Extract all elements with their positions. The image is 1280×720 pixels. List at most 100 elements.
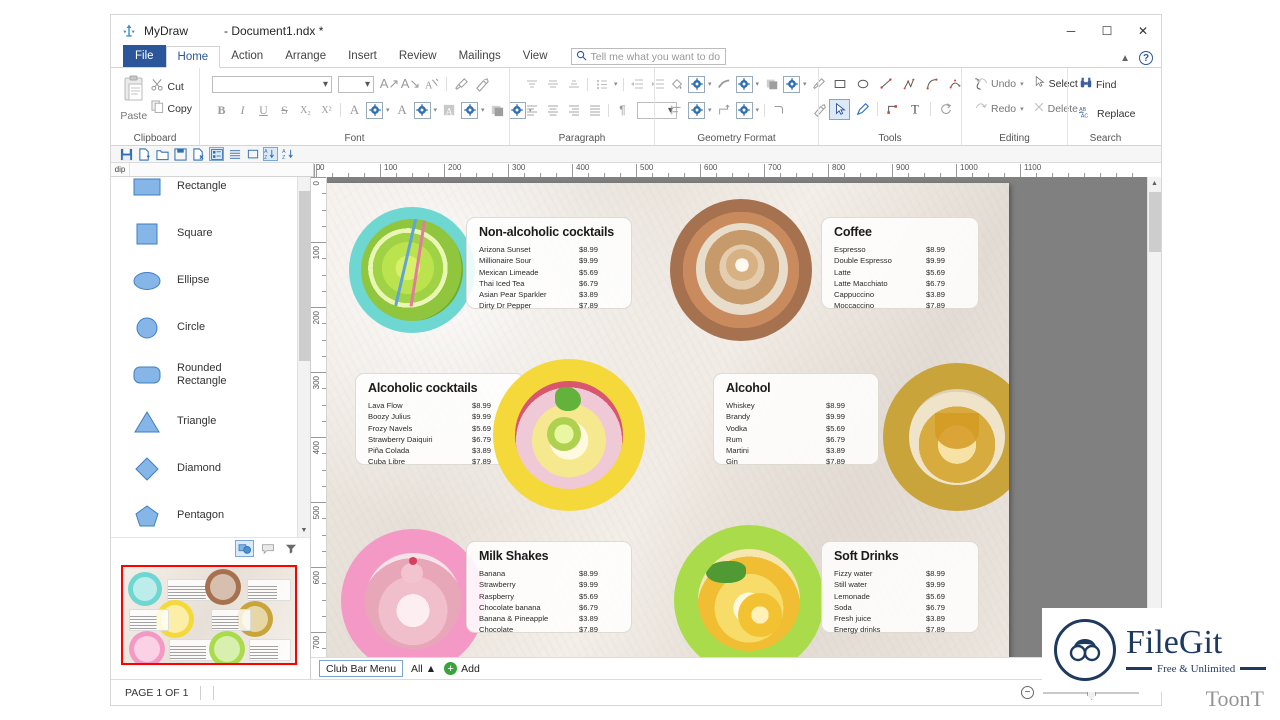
pointer-tool-icon[interactable] — [829, 99, 850, 120]
justify-icon[interactable] — [585, 101, 604, 120]
help-icon[interactable]: ? — [1139, 51, 1153, 65]
shape-item-rounded-rectangle[interactable]: RoundedRectangle — [111, 351, 310, 398]
shape-item-square[interactable]: Square — [111, 210, 310, 257]
line-tool-icon[interactable] — [875, 74, 896, 95]
clear-formatting-icon[interactable]: A — [422, 75, 441, 94]
canvas-scrollbar[interactable]: ▲ ▼ — [1147, 177, 1161, 657]
document-page[interactable]: Non-alcoholic cocktails Arizona Sunset$8… — [327, 183, 1009, 657]
shapes-list[interactable]: ▲ ▼ RectangleSquareEllipseCircleRoundedR… — [111, 177, 310, 537]
font-family-combo[interactable]: ▾ — [212, 76, 332, 93]
tab-arrange[interactable]: Arrange — [274, 45, 337, 67]
shape-item-rectangle[interactable]: Rectangle — [111, 177, 310, 210]
italic-button[interactable]: I — [233, 101, 252, 120]
polyline-tool-icon[interactable] — [898, 74, 919, 95]
shape-item-diamond[interactable]: Diamond — [111, 445, 310, 492]
eyedropper-icon[interactable] — [452, 75, 471, 94]
scrollbar-thumb[interactable] — [299, 191, 310, 361]
add-page-button[interactable]: + Add — [444, 662, 480, 675]
horizontal-ruler[interactable]: 0010020030040050060070080090010001100 — [313, 163, 1161, 177]
save-as-icon[interactable] — [173, 147, 188, 161]
line-start-gear-icon[interactable] — [688, 102, 705, 119]
format-painter-icon[interactable] — [473, 75, 492, 94]
align-bottom-icon[interactable] — [564, 75, 583, 94]
align-middle-icon[interactable] — [543, 75, 562, 94]
all-pages-toggle[interactable]: All ▲ — [411, 663, 436, 675]
bullet-list-icon[interactable] — [592, 75, 611, 94]
text-shadow-icon[interactable] — [488, 101, 507, 120]
redo-button[interactable]: Redo ▾ — [972, 97, 1028, 121]
find-button[interactable]: Find — [1076, 73, 1119, 97]
strikethrough-button[interactable]: S — [275, 101, 294, 120]
canvas-scrollbar-thumb[interactable] — [1149, 192, 1161, 252]
menu-card-soft-drinks[interactable]: Soft Drinks Fizzy water$8.99Still water$… — [821, 541, 979, 633]
tab-file[interactable]: File — [123, 45, 166, 67]
corner-rounding-icon[interactable] — [769, 101, 788, 120]
text-color-icon[interactable]: A — [345, 101, 364, 120]
filter-icon[interactable] — [281, 540, 300, 557]
shapes-panel-icon[interactable] — [235, 540, 254, 557]
canvas-scroll-up-icon[interactable]: ▲ — [1148, 177, 1161, 190]
menu-card-coffee[interactable]: Coffee Espresso$8.99Double Espresso$9.99… — [821, 217, 979, 309]
cut-button[interactable]: Cut — [148, 77, 195, 97]
show-formatting-marks-icon[interactable]: ¶ — [613, 101, 632, 120]
zoom-out-button[interactable]: − — [1021, 686, 1034, 699]
paste-button[interactable]: Paste — [119, 73, 148, 122]
shape-item-circle[interactable]: Circle — [111, 304, 310, 351]
fill-bucket-icon[interactable] — [667, 75, 686, 94]
align-center-icon[interactable] — [543, 101, 562, 120]
fill-gear-icon[interactable] — [688, 76, 705, 93]
subscript-button[interactable]: X₂ — [296, 101, 315, 120]
menu-card-milk-shakes[interactable]: Milk Shakes Banana$8.99Strawberry$9.99Ra… — [466, 541, 632, 633]
sort-az-descending-icon[interactable]: AZ — [263, 147, 278, 161]
grid-view-icon[interactable] — [209, 147, 224, 161]
tab-view[interactable]: View — [512, 45, 559, 67]
list-view-icon[interactable] — [227, 147, 242, 161]
shape-item-triangle[interactable]: Triangle — [111, 398, 310, 445]
undo-button[interactable]: Undo ▾ — [972, 72, 1028, 96]
ellipse-tool-icon[interactable] — [852, 74, 873, 95]
tell-me-search-box[interactable]: Tell me what you want to do — [571, 48, 726, 65]
chevron-up-icon[interactable]: ▲ — [1120, 53, 1130, 64]
ruler-unit-label[interactable]: dip — [111, 163, 129, 176]
close-document-icon[interactable] — [191, 147, 206, 161]
text-color-gear-icon[interactable] — [366, 102, 383, 119]
text-fill-icon[interactable]: A — [393, 101, 412, 120]
text-highlight-gear-icon[interactable] — [461, 102, 478, 119]
tab-review[interactable]: Review — [388, 45, 448, 67]
shape-item-ellipse[interactable]: Ellipse — [111, 257, 310, 304]
shrink-font-button[interactable]: A↘ — [401, 75, 420, 94]
rotate-tool-icon[interactable] — [935, 99, 956, 120]
tab-action[interactable]: Action — [220, 45, 274, 67]
copy-button[interactable]: Copy — [148, 99, 195, 119]
arc-tool-icon[interactable] — [921, 74, 942, 95]
connector-gear-icon[interactable] — [736, 102, 753, 119]
sort-az-icon[interactable]: AZ — [281, 147, 296, 161]
align-left-icon[interactable] — [522, 101, 541, 120]
font-size-combo[interactable]: ▾ — [338, 76, 374, 93]
tab-home[interactable]: Home — [166, 46, 221, 68]
underline-button[interactable]: U — [254, 101, 273, 120]
minimize-button[interactable]: ─ — [1053, 15, 1089, 46]
bold-button[interactable]: B — [212, 101, 231, 120]
shadow-style-icon[interactable] — [762, 75, 781, 94]
text-fill-gear-icon[interactable] — [414, 102, 431, 119]
decrease-indent-icon[interactable] — [628, 75, 647, 94]
shape-item-pentagon[interactable]: Pentagon — [111, 492, 310, 537]
close-button[interactable]: ✕ — [1125, 15, 1161, 46]
tab-mailings[interactable]: Mailings — [448, 45, 512, 67]
line-start-icon[interactable] — [667, 101, 686, 120]
maximize-button[interactable]: ☐ — [1089, 15, 1125, 46]
align-top-icon[interactable] — [522, 75, 541, 94]
line-style-icon[interactable] — [715, 75, 734, 94]
vertical-ruler[interactable]: 0100200300400500600700 — [311, 177, 327, 657]
pen-tool-icon[interactable] — [852, 99, 873, 120]
text-highlight-icon[interactable]: A — [440, 101, 459, 120]
page-tab-club-bar-menu[interactable]: Club Bar Menu — [319, 660, 403, 677]
replace-button[interactable]: ABAC Replace — [1076, 102, 1139, 126]
line-gear-icon[interactable] — [736, 76, 753, 93]
drawing-canvas[interactable]: Non-alcoholic cocktails Arizona Sunset$8… — [327, 177, 1161, 657]
save-icon[interactable] — [119, 147, 134, 161]
open-folder-icon[interactable] — [155, 147, 170, 161]
tab-insert[interactable]: Insert — [337, 45, 388, 67]
rectangle-tool-icon[interactable] — [829, 74, 850, 95]
